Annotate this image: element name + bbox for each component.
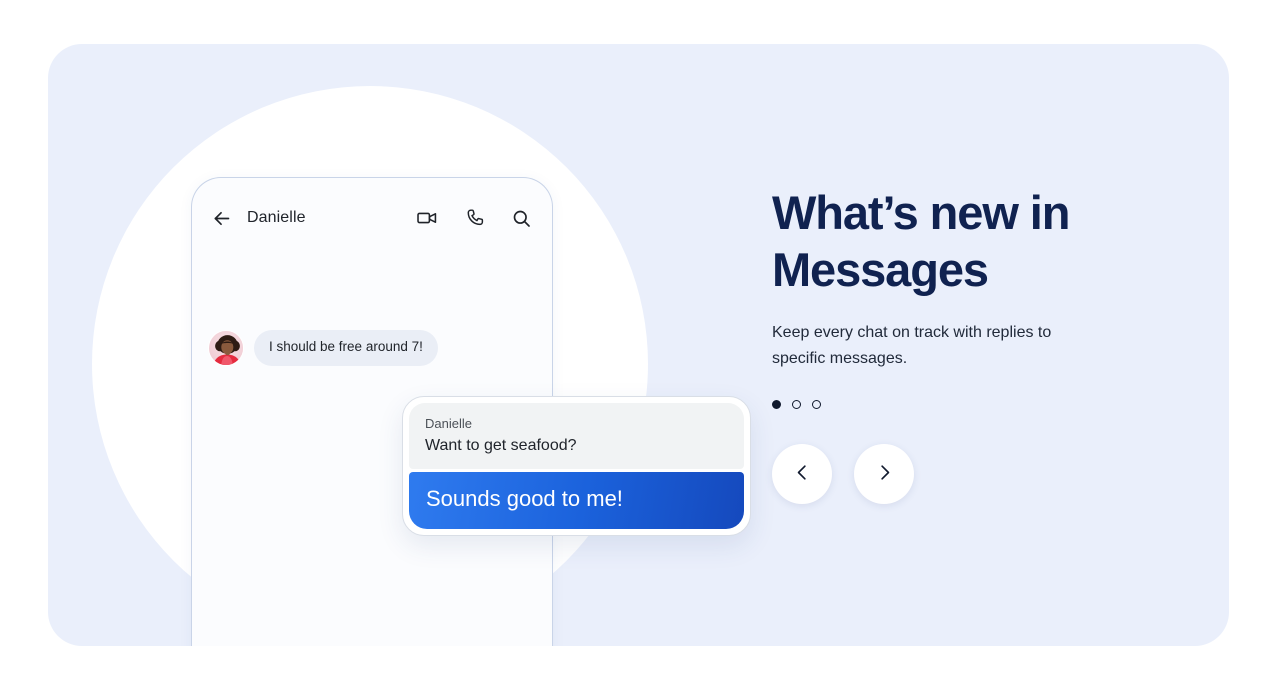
chevron-left-icon (793, 463, 812, 485)
quoted-message[interactable]: Danielle Want to get seafood? (409, 403, 744, 470)
phone-mockup: Danielle I should be free around 7! Dani… (191, 177, 751, 646)
outgoing-reply-bubble[interactable]: Sounds good to me! (409, 472, 744, 529)
chevron-right-icon (875, 463, 894, 485)
reply-preview-card: Danielle Want to get seafood? Sounds goo… (402, 396, 751, 536)
page-subtitle: Keep every chat on track with replies to… (772, 324, 1052, 367)
video-call-icon[interactable] (416, 207, 438, 229)
info-column: What’s new in Messages Keep every chat o… (772, 184, 1152, 504)
phone-call-icon[interactable] (463, 207, 485, 229)
carousel-dots (772, 400, 1152, 409)
contact-avatar-icon (208, 330, 244, 366)
conversation-title: Danielle (247, 209, 306, 226)
incoming-message-row: I should be free around 7! (208, 330, 438, 366)
carousel-dot-2[interactable] (792, 400, 801, 409)
carousel-nav (772, 444, 1152, 504)
search-icon[interactable] (510, 207, 532, 229)
quoted-sender-name: Danielle (425, 416, 472, 431)
back-arrow-icon[interactable] (206, 203, 236, 233)
incoming-message-bubble[interactable]: I should be free around 7! (254, 330, 438, 366)
carousel-next-button[interactable] (854, 444, 914, 504)
conversation-header: Danielle (192, 178, 552, 258)
page-title: What’s new in Messages (772, 186, 1070, 296)
carousel-dot-1[interactable] (772, 400, 781, 409)
quoted-message-text: Want to get seafood? (425, 436, 577, 454)
promo-card: Danielle I should be free around 7! Dani… (48, 44, 1229, 646)
header-actions (416, 207, 532, 229)
carousel-prev-button[interactable] (772, 444, 832, 504)
carousel-dot-3[interactable] (812, 400, 821, 409)
promo-slide: Danielle I should be free around 7! Dani… (0, 0, 1280, 696)
